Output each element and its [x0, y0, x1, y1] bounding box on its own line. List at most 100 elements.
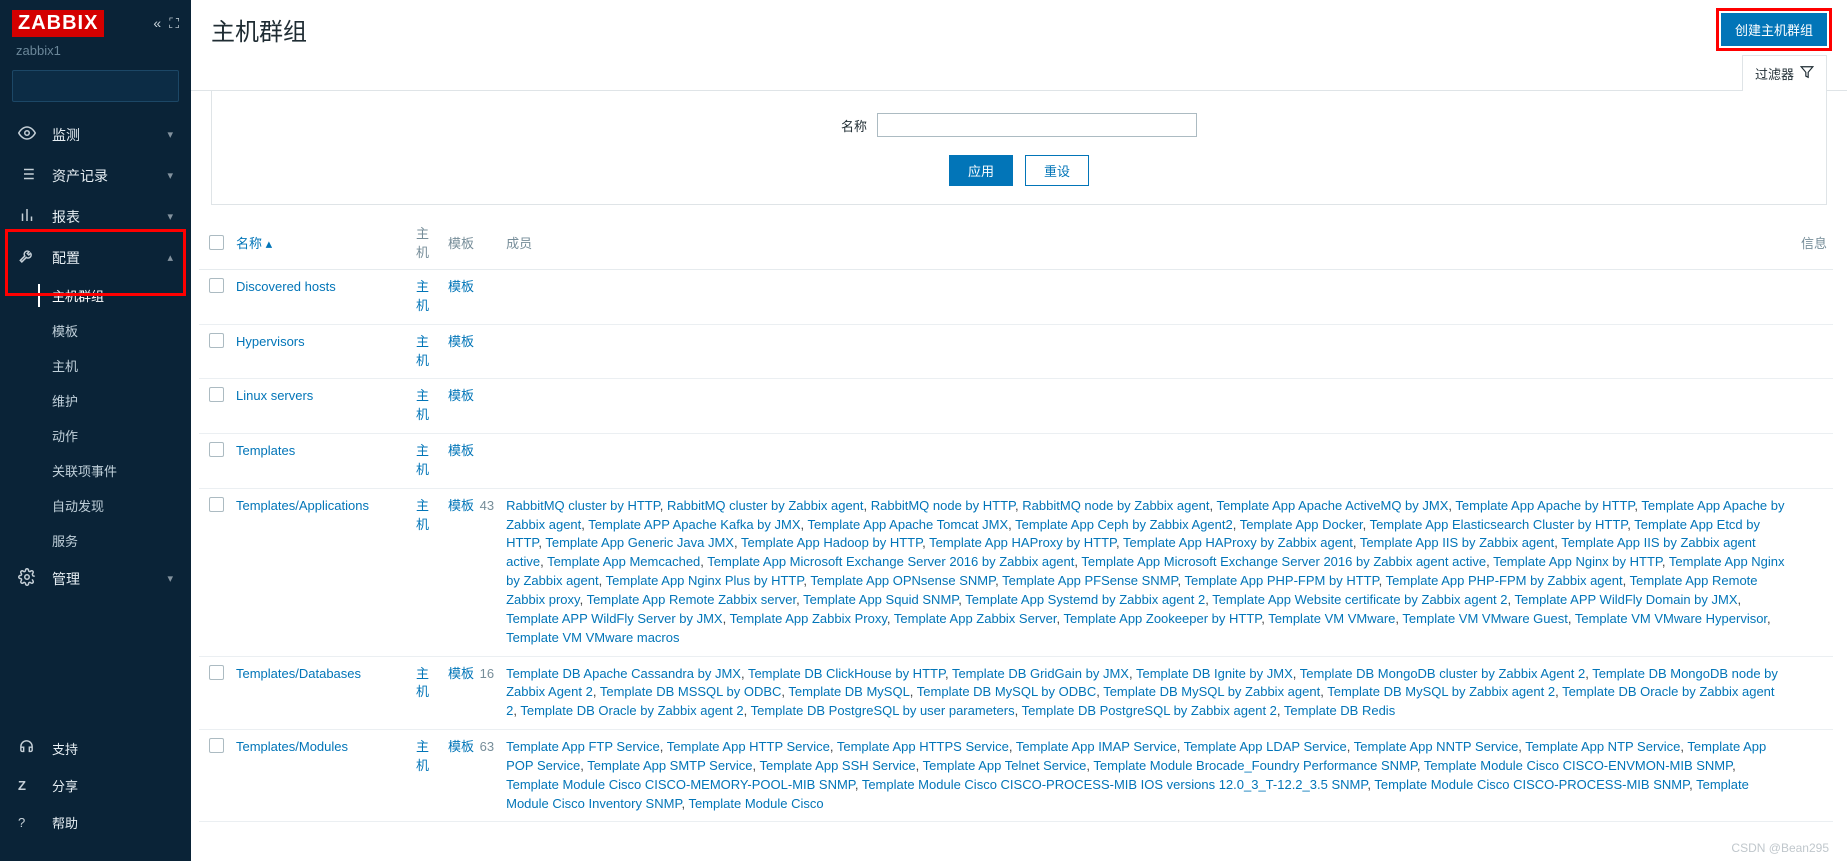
member-link[interactable]: RabbitMQ node by Zabbix agent [1022, 498, 1209, 513]
member-link[interactable]: Template DB MongoDB cluster by Zabbix Ag… [1300, 666, 1585, 681]
nav-help[interactable]: ? 帮助 [0, 804, 191, 841]
sidebar-item-templates[interactable]: 模板 [0, 313, 191, 348]
member-link[interactable]: Template DB MySQL [788, 684, 909, 699]
member-link[interactable]: Template App NTP Service [1525, 739, 1680, 754]
member-link[interactable]: Template DB MySQL by ODBC [917, 684, 1096, 699]
member-link[interactable]: Template App IMAP Service [1016, 739, 1177, 754]
member-link[interactable]: Template App NNTP Service [1354, 739, 1519, 754]
apply-button[interactable]: 应用 [949, 155, 1013, 186]
sidebar-item-hostgroups[interactable]: 主机群组 [0, 278, 191, 313]
member-link[interactable]: Template App Telnet Service [923, 758, 1087, 773]
group-name-link[interactable]: Linux servers [236, 388, 313, 403]
search-input[interactable] [21, 79, 197, 94]
member-link[interactable]: Template DB Apache Cassandra by JMX [506, 666, 741, 681]
member-link[interactable]: Template APP Apache Kafka by JMX [588, 517, 800, 532]
hosts-link[interactable]: 主机 [416, 388, 429, 422]
member-link[interactable]: Template Module Cisco [688, 796, 823, 811]
member-link[interactable]: Template App PHP-FPM by HTTP [1184, 573, 1378, 588]
member-link[interactable]: Template App HTTP Service [667, 739, 830, 754]
select-all-checkbox[interactable] [209, 235, 224, 250]
member-link[interactable]: Template App HAProxy by HTTP [929, 535, 1116, 550]
nav-inventory[interactable]: 资产记录 ▾ [0, 155, 191, 196]
group-name-link[interactable]: Discovered hosts [236, 279, 336, 294]
member-link[interactable]: Template App Systemd by Zabbix agent 2 [965, 592, 1205, 607]
member-link[interactable]: Template App IIS by Zabbix agent [1360, 535, 1554, 550]
group-name-link[interactable]: Templates/Databases [236, 666, 361, 681]
templates-link[interactable]: 模板 [448, 334, 474, 349]
member-link[interactable]: Template App Apache ActiveMQ by JMX [1216, 498, 1448, 513]
sidebar-item-hosts[interactable]: 主机 [0, 348, 191, 383]
member-link[interactable]: RabbitMQ cluster by Zabbix agent [667, 498, 864, 513]
member-link[interactable]: Template App LDAP Service [1184, 739, 1347, 754]
member-link[interactable]: Template DB MySQL by Zabbix agent [1103, 684, 1320, 699]
member-link[interactable]: RabbitMQ cluster by HTTP [506, 498, 660, 513]
member-link[interactable]: Template VM VMware Guest [1402, 611, 1567, 626]
member-link[interactable]: Template DB Oracle by Zabbix agent 2 [520, 703, 743, 718]
member-link[interactable]: Template App Nginx Plus by HTTP [606, 573, 804, 588]
member-link[interactable]: Template Module Cisco CISCO-ENVMON-MIB S… [1424, 758, 1732, 773]
member-link[interactable]: Template Module Cisco CISCO-PROCESS-MIB … [862, 777, 1368, 792]
templates-link[interactable]: 模板 [448, 739, 474, 754]
member-link[interactable]: Template App Ceph by Zabbix Agent2 [1015, 517, 1233, 532]
templates-link[interactable]: 模板 [448, 666, 474, 681]
member-link[interactable]: Template DB MySQL by Zabbix agent 2 [1327, 684, 1555, 699]
member-link[interactable]: Template DB PostgreSQL by user parameter… [751, 703, 1015, 718]
hosts-link[interactable]: 主机 [416, 739, 429, 773]
member-link[interactable]: Template App Microsoft Exchange Server 2… [1081, 554, 1486, 569]
member-link[interactable]: RabbitMQ node by HTTP [871, 498, 1015, 513]
member-link[interactable]: Template App Elasticsearch Cluster by HT… [1370, 517, 1628, 532]
member-link[interactable]: Template App Hadoop by HTTP [741, 535, 922, 550]
member-link[interactable]: Template App HAProxy by Zabbix agent [1123, 535, 1353, 550]
member-link[interactable]: Template App Website certificate by Zabb… [1212, 592, 1507, 607]
row-checkbox[interactable] [209, 278, 224, 293]
member-link[interactable]: Template App Generic Java JMX [545, 535, 734, 550]
group-name-link[interactable]: Hypervisors [236, 334, 305, 349]
sidebar-item-correlation[interactable]: 关联项事件 [0, 453, 191, 488]
member-link[interactable]: Template App Microsoft Exchange Server 2… [707, 554, 1074, 569]
hosts-link[interactable]: 主机 [416, 498, 429, 532]
row-checkbox[interactable] [209, 387, 224, 402]
member-link[interactable]: Template APP WildFly Server by JMX [506, 611, 723, 626]
member-link[interactable]: Template DB MSSQL by ODBC [600, 684, 782, 699]
sidebar-item-maintenance[interactable]: 维护 [0, 383, 191, 418]
row-checkbox[interactable] [209, 665, 224, 680]
templates-link[interactable]: 模板 [448, 279, 474, 294]
sidebar-item-services[interactable]: 服务 [0, 523, 191, 558]
hosts-link[interactable]: 主机 [416, 334, 429, 368]
nav-monitor[interactable]: 监测 ▾ [0, 114, 191, 155]
sidebar-item-discovery[interactable]: 自动发现 [0, 488, 191, 523]
filter-name-input[interactable] [877, 113, 1197, 137]
nav-share[interactable]: Z 分享 [0, 767, 191, 804]
row-checkbox[interactable] [209, 442, 224, 457]
member-link[interactable]: Template DB PostgreSQL by Zabbix agent 2 [1022, 703, 1277, 718]
member-link[interactable]: Template DB Ignite by JMX [1136, 666, 1293, 681]
row-checkbox[interactable] [209, 738, 224, 753]
nav-reports[interactable]: 报表 ▾ [0, 196, 191, 237]
member-link[interactable]: Template App OPNsense SNMP [810, 573, 995, 588]
member-link[interactable]: Template Module Brocade_Foundry Performa… [1093, 758, 1416, 773]
member-link[interactable]: Template App Squid SNMP [803, 592, 958, 607]
member-link[interactable]: Template App Zabbix Server [894, 611, 1057, 626]
member-link[interactable]: Template APP WildFly Domain by JMX [1515, 592, 1738, 607]
member-link[interactable]: Template App Apache by HTTP [1455, 498, 1634, 513]
filter-tab[interactable]: 过滤器 [1742, 55, 1827, 91]
group-name-link[interactable]: Templates/Applications [236, 498, 369, 513]
member-link[interactable]: Template App PHP-FPM by Zabbix agent [1386, 573, 1623, 588]
nav-admin[interactable]: 管理 ▾ [0, 558, 191, 599]
member-link[interactable]: Template App PFSense SNMP [1002, 573, 1177, 588]
col-name-header[interactable]: 名称 ▴ [236, 236, 272, 251]
member-link[interactable]: Template App Docker [1240, 517, 1363, 532]
reset-button[interactable]: 重设 [1025, 155, 1089, 186]
member-link[interactable]: Template App Apache Tomcat JMX [808, 517, 1009, 532]
member-link[interactable]: Template VM VMware [1268, 611, 1395, 626]
hosts-link[interactable]: 主机 [416, 279, 429, 313]
row-checkbox[interactable] [209, 497, 224, 512]
member-link[interactable]: Template App FTP Service [506, 739, 660, 754]
search-box[interactable] [12, 70, 179, 102]
collapse-sidebar-icon[interactable]: « [153, 15, 161, 32]
member-link[interactable]: Template App HTTPS Service [837, 739, 1009, 754]
member-link[interactable]: Template Module Cisco CISCO-PROCESS-MIB … [1374, 777, 1689, 792]
member-link[interactable]: Template DB ClickHouse by HTTP [748, 666, 945, 681]
member-link[interactable]: Template DB Redis [1284, 703, 1395, 718]
templates-link[interactable]: 模板 [448, 498, 474, 513]
